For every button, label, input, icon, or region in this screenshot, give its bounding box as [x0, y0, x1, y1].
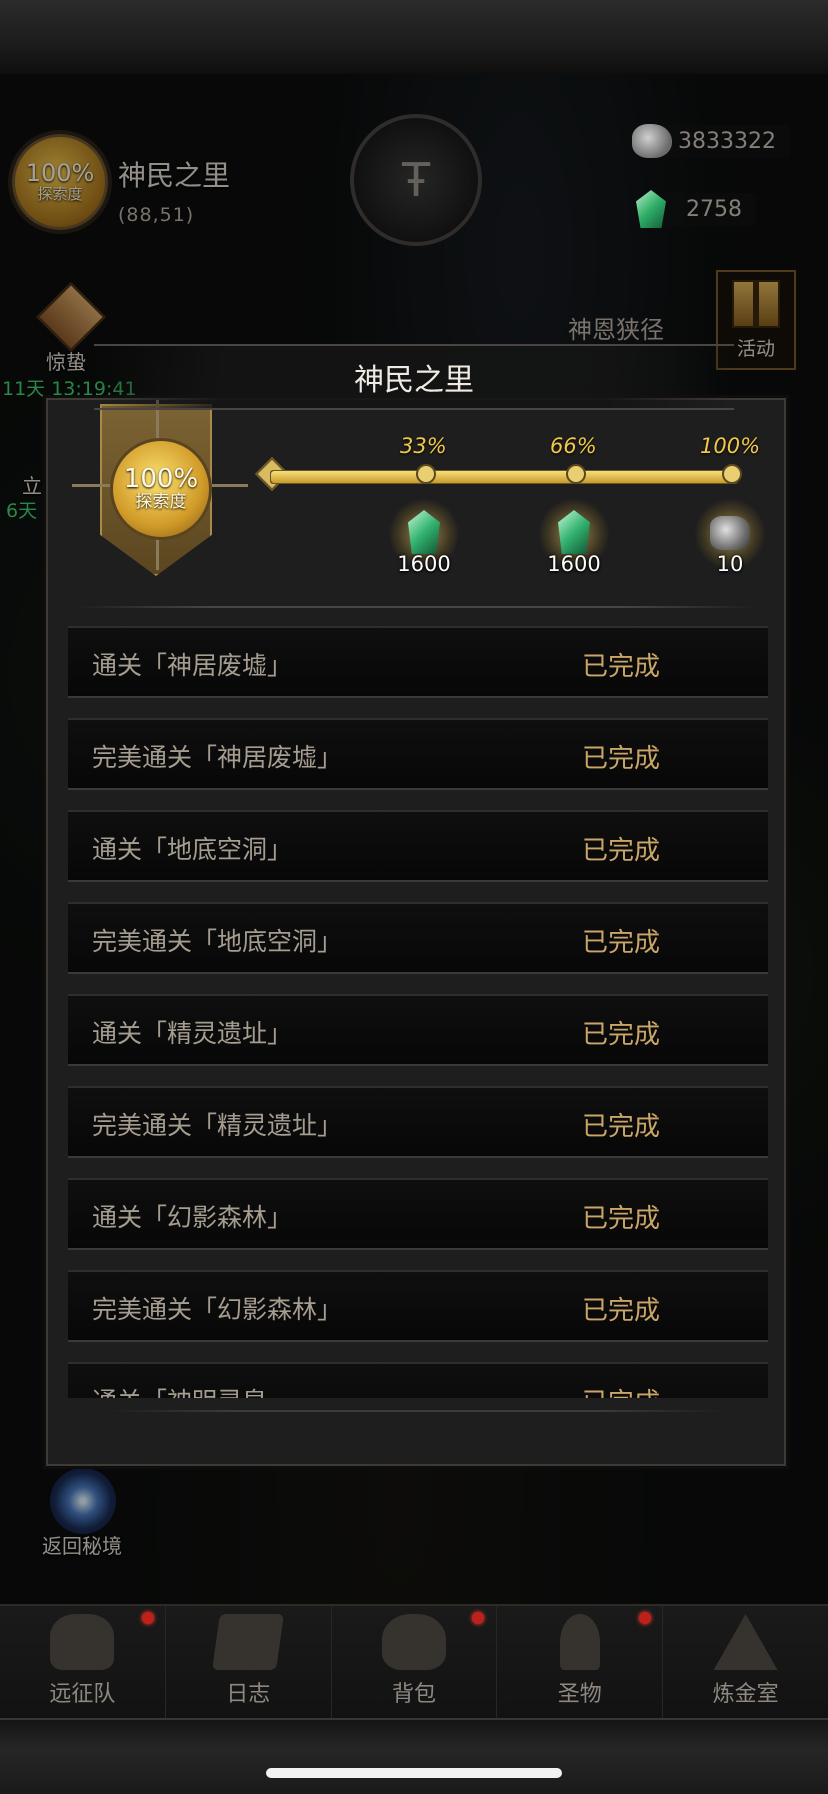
nav-journal[interactable]: 日志: [166, 1606, 332, 1720]
milestone-reward[interactable]: 10: [694, 498, 766, 576]
task-row: 完美通关「地底空洞」 已完成: [68, 902, 768, 974]
home-indicator[interactable]: [266, 1768, 562, 1778]
nav-label: 远征队: [49, 1682, 116, 1707]
bottom-frame: [0, 1718, 828, 1794]
nav-label: 炼金室: [712, 1682, 779, 1707]
notification-dot: [471, 1612, 484, 1624]
nav-label: 日志: [226, 1682, 271, 1707]
exploration-modal: 100% 探索度 33% 66% 100% 1600 1600 10 通关「神居…: [46, 398, 786, 1466]
milestone-reward[interactable]: 1600: [388, 498, 460, 576]
stone-icon: [632, 124, 672, 158]
task-status: 已完成: [582, 1020, 661, 1050]
milestone-pct: 100%: [700, 434, 761, 458]
task-status: 已完成: [582, 1112, 661, 1142]
notification-dot: [142, 1612, 154, 1624]
progress-fill: [271, 471, 737, 483]
reward-qty: 10: [716, 552, 744, 576]
task-row: 通关「精灵遗址」 已完成: [68, 994, 768, 1066]
nav-expedition[interactable]: 远征队: [0, 1606, 166, 1720]
nav-alchemy[interactable]: 炼金室: [663, 1606, 828, 1720]
top-frame: [0, 0, 828, 76]
bottom-divider: [108, 1410, 724, 1412]
task-status: 已完成: [582, 1296, 661, 1326]
task-name: 通关「神居废墟」: [92, 651, 293, 680]
task-name: 通关「幻影森林」: [92, 1203, 293, 1232]
helmet-icon: [50, 1614, 115, 1670]
task-row: 通关「神居废墟」 已完成: [68, 626, 768, 698]
alchemy-icon: [713, 1614, 778, 1670]
nav-label: 圣物: [557, 1682, 602, 1707]
exploration-pct: 100%: [123, 464, 199, 494]
task-row: 完美通关「幻影森林」 已完成: [68, 1270, 768, 1342]
progress-track: [270, 470, 738, 484]
task-status: 已完成: [582, 1382, 660, 1398]
task-row: 通关「幻影森林」 已完成: [68, 1178, 768, 1250]
bottom-nav: 远征队 日志 背包 圣物 炼金室: [0, 1604, 828, 1720]
task-status: 已完成: [582, 836, 661, 866]
bag-icon: [381, 1614, 446, 1670]
task-row: 通关「地底空洞」 已完成: [68, 810, 768, 882]
milestone-pct: 66%: [550, 434, 597, 458]
task-row: 通关「神明灵泉 已完成: [68, 1362, 768, 1398]
task-name: 通关「精灵遗址」: [92, 1019, 293, 1048]
exploration-label: 探索度: [135, 492, 187, 512]
milestone-dot: [722, 464, 742, 484]
task-status: 已完成: [582, 652, 661, 682]
task-name: 完美通关「幻影森林」: [92, 1295, 343, 1324]
reward-qty: 1600: [397, 552, 451, 576]
task-name: 完美通关「地底空洞」: [92, 927, 343, 956]
nav-bag[interactable]: 背包: [332, 1606, 498, 1720]
modal-title-bar: 神民之里: [94, 344, 734, 410]
section-divider: [72, 606, 760, 608]
task-name: 通关「神明灵泉: [92, 1382, 267, 1398]
relic-icon: [559, 1614, 600, 1670]
milestone-reward[interactable]: 1600: [538, 498, 610, 576]
milestone-dot: [566, 464, 586, 484]
task-status: 已完成: [582, 928, 661, 958]
task-name: 完美通关「精灵遗址」: [92, 1111, 343, 1140]
task-name: 完美通关「神居废墟」: [92, 743, 343, 772]
milestone-pct: 33%: [400, 434, 447, 458]
nav-label: 背包: [391, 1682, 436, 1707]
task-row: 完美通关「精灵遗址」 已完成: [68, 1086, 768, 1158]
notification-dot: [639, 1612, 652, 1624]
scroll-icon: [212, 1614, 285, 1670]
modal-title: 神民之里: [354, 363, 474, 398]
ore-icon: [710, 516, 750, 550]
task-row: 完美通关「神居废墟」 已完成: [68, 718, 768, 790]
exploration-badge-large: 100% 探索度: [110, 438, 212, 540]
task-list[interactable]: 通关「神居废墟」 已完成 完美通关「神居废墟」 已完成 通关「地底空洞」 已完成…: [68, 626, 768, 1398]
reward-qty: 1600: [547, 552, 601, 576]
task-name: 通关「地底空洞」: [92, 835, 293, 864]
milestone-dot: [416, 464, 436, 484]
nav-relic[interactable]: 圣物: [497, 1606, 664, 1720]
task-status: 已完成: [582, 1204, 661, 1234]
task-status: 已完成: [582, 744, 661, 774]
